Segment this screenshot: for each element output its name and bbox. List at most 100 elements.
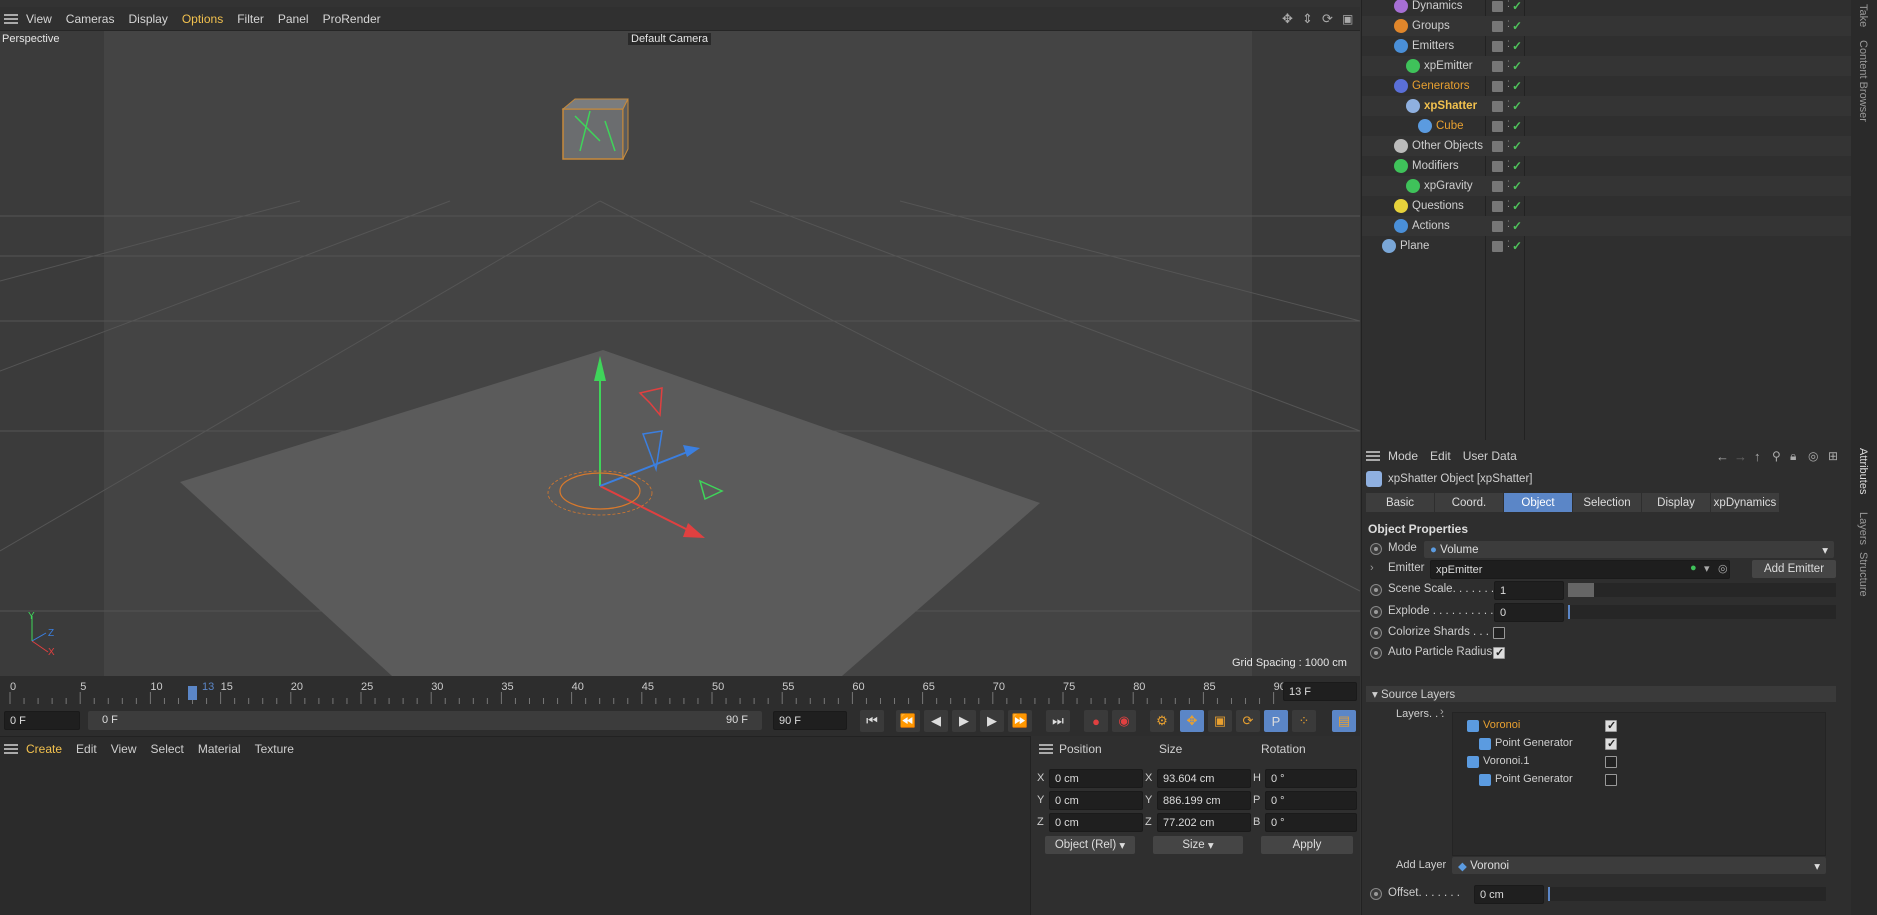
camera-label[interactable]: Default Camera: [628, 33, 712, 45]
tab-attributes[interactable]: Attributes: [1857, 448, 1869, 494]
enabled-check-icon[interactable]: ✓: [1512, 19, 1522, 33]
object-row[interactable]: xpShatter ⁚ ✓: [1362, 96, 1852, 116]
record-icon[interactable]: ●: [1084, 710, 1108, 732]
object-name[interactable]: Plane: [1400, 240, 1429, 252]
menu-panel[interactable]: Panel: [278, 12, 309, 26]
size-field[interactable]: 886.199 cm: [1157, 791, 1251, 810]
layer-color-chip[interactable]: [1492, 161, 1503, 172]
object-row[interactable]: Modifiers ⁚ ✓: [1362, 156, 1852, 176]
enabled-check-icon[interactable]: ✓: [1512, 0, 1522, 13]
visibility-dots-icon[interactable]: ⁚: [1507, 79, 1510, 90]
colorize-checkbox[interactable]: [1493, 627, 1505, 639]
layer-color-chip[interactable]: [1492, 141, 1503, 152]
layer-color-chip[interactable]: [1492, 1, 1503, 12]
enabled-check-icon[interactable]: ✓: [1512, 239, 1522, 253]
up-arrow-icon[interactable]: ↑: [1754, 449, 1761, 464]
target-icon[interactable]: ◎: [1808, 449, 1818, 463]
menu-filter[interactable]: Filter: [237, 12, 264, 26]
attributes-menu-icon[interactable]: [1366, 451, 1380, 461]
layer-color-chip[interactable]: [1492, 21, 1503, 32]
visibility-dots-icon[interactable]: ⁚: [1507, 99, 1510, 110]
enabled-check-icon[interactable]: ✓: [1512, 59, 1522, 73]
enabled-check-icon[interactable]: ✓: [1512, 179, 1522, 193]
object-row[interactable]: Dynamics ⁚ ✓: [1362, 0, 1852, 16]
position-field[interactable]: 0 cm: [1049, 769, 1143, 788]
goto-end-icon[interactable]: ⏭: [1046, 710, 1070, 732]
move-view-icon[interactable]: ✥: [1282, 11, 1293, 27]
object-name[interactable]: xpEmitter: [1424, 60, 1473, 72]
object-row[interactable]: Questions ⁚ ✓: [1362, 196, 1852, 216]
explode-field[interactable]: 0: [1494, 603, 1564, 622]
range-slider[interactable]: 0 F 90 F: [88, 711, 762, 730]
start-frame-field[interactable]: 0 F: [4, 711, 80, 730]
enabled-check-icon[interactable]: ✓: [1512, 39, 1522, 53]
end-frame-field[interactable]: 90 F: [773, 711, 847, 730]
tab-xpdynamics[interactable]: xpDynamics: [1711, 493, 1779, 512]
object-name[interactable]: Actions: [1412, 220, 1450, 232]
object-name[interactable]: xpGravity: [1424, 180, 1473, 192]
layer-color-chip[interactable]: [1492, 81, 1503, 92]
visibility-dots-icon[interactable]: ⁚: [1507, 199, 1510, 210]
lock-icon[interactable]: 🔒︎: [1790, 449, 1796, 464]
scene-scale-anim-icon[interactable]: [1370, 584, 1382, 596]
scene-scale-field[interactable]: 1: [1494, 581, 1564, 600]
hamburger-icon[interactable]: [4, 13, 18, 24]
new-panel-icon[interactable]: ⊞: [1828, 449, 1838, 463]
forward-arrow-icon[interactable]: →: [1734, 449, 1747, 464]
menu-cameras[interactable]: Cameras: [66, 12, 115, 26]
dolly-view-icon[interactable]: ⇕: [1302, 11, 1313, 27]
object-name[interactable]: Modifiers: [1412, 160, 1459, 172]
explode-slider[interactable]: [1568, 605, 1836, 619]
menu-edit[interactable]: Edit: [76, 742, 97, 756]
attr-menu-mode[interactable]: Mode: [1388, 449, 1418, 463]
maximize-view-icon[interactable]: ▣: [1342, 12, 1353, 26]
search-icon[interactable]: ⚲: [1772, 449, 1781, 463]
object-row[interactable]: Cube ⁚ ✓: [1362, 116, 1852, 136]
layer-color-chip[interactable]: [1492, 101, 1503, 112]
menu-select[interactable]: Select: [151, 742, 184, 756]
visibility-dots-icon[interactable]: ⁚: [1507, 219, 1510, 230]
layer-color-chip[interactable]: [1492, 181, 1503, 192]
mode-dropdown[interactable]: ● Volume ▾: [1424, 541, 1834, 558]
visibility-dots-icon[interactable]: ⁚: [1507, 119, 1510, 130]
object-row[interactable]: Emitters ⁚ ✓: [1362, 36, 1852, 56]
viewport[interactable]: Y Z X Perspective Default Camera Grid Sp…: [0, 31, 1360, 676]
position-field[interactable]: 0 cm: [1049, 813, 1143, 832]
next-key-icon[interactable]: ⏩: [1008, 710, 1032, 732]
menu-create[interactable]: Create: [26, 742, 62, 756]
mode-anim-icon[interactable]: [1370, 543, 1382, 555]
next-frame-icon[interactable]: ▶: [980, 710, 1004, 732]
object-row[interactable]: xpGravity ⁚ ✓: [1362, 176, 1852, 196]
goto-start-icon[interactable]: ⏮: [860, 710, 884, 732]
auto-radius-anim-icon[interactable]: [1370, 647, 1382, 659]
menu-view[interactable]: View: [26, 12, 52, 26]
play-icon[interactable]: ▶: [952, 710, 976, 732]
layer-enable-checkbox[interactable]: [1605, 737, 1617, 750]
visibility-dots-icon[interactable]: ⁚: [1507, 139, 1510, 150]
layers-expand-icon[interactable]: ›: [1440, 706, 1444, 718]
object-name[interactable]: Generators: [1412, 80, 1470, 92]
tab-object[interactable]: Object: [1504, 493, 1572, 512]
offset-slider[interactable]: [1548, 887, 1826, 901]
param-key-icon[interactable]: P: [1264, 710, 1288, 732]
expand-arrow-icon[interactable]: ›: [1370, 562, 1374, 574]
film-icon[interactable]: ▤: [1332, 710, 1356, 732]
rotation-field[interactable]: 0 °: [1265, 769, 1357, 788]
layer-sub-name[interactable]: Point Generator: [1495, 737, 1573, 749]
visibility-dots-icon[interactable]: ⁚: [1507, 159, 1510, 170]
enabled-check-icon[interactable]: ✓: [1512, 119, 1522, 133]
rotate-view-icon[interactable]: ⟳: [1322, 11, 1333, 27]
coord-menu-icon[interactable]: [1039, 744, 1053, 754]
layer-color-chip[interactable]: [1492, 201, 1503, 212]
prev-key-icon[interactable]: ⏪: [896, 710, 920, 732]
source-layers-header[interactable]: ▾ Source Layers: [1366, 686, 1836, 702]
visibility-dots-icon[interactable]: ⁚: [1507, 59, 1510, 70]
object-row[interactable]: Groups ⁚ ✓: [1362, 16, 1852, 36]
current-frame-field[interactable]: 13 F: [1283, 682, 1357, 701]
layer-enable-checkbox[interactable]: [1605, 774, 1617, 786]
position-field[interactable]: 0 cm: [1049, 791, 1143, 810]
object-row[interactable]: Actions ⁚ ✓: [1362, 216, 1852, 236]
visibility-dots-icon[interactable]: ⁚: [1507, 179, 1510, 190]
tab-display[interactable]: Display: [1642, 493, 1710, 512]
size-mode-dropdown[interactable]: Size ▾: [1153, 836, 1243, 854]
